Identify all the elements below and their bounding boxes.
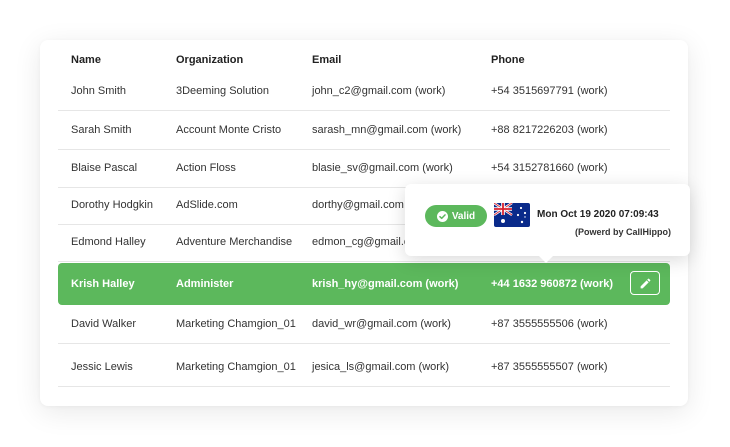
cell-email: john_c2@gmail.com (work) xyxy=(312,85,446,97)
table-row-selected[interactable]: Krish Halley Administer krish_hy@gmail.c… xyxy=(58,263,670,305)
cell-organization: Action Floss xyxy=(176,162,236,174)
valid-label: Valid xyxy=(451,210,476,222)
header-organization: Organization xyxy=(176,54,244,66)
cell-name: Edmond Halley xyxy=(71,236,146,248)
cell-email: sarash_mn@gmail.com (work) xyxy=(312,124,462,136)
table-row[interactable]: Jessic Lewis Marketing Chamgion_01 jesic… xyxy=(58,349,670,387)
check-circle-icon xyxy=(436,210,448,222)
cell-organization: Marketing Chamgion_01 xyxy=(176,318,296,330)
cell-email: jesica_ls@gmail.com (work) xyxy=(312,361,450,373)
table-row[interactable]: Blaise Pascal Action Floss blasie_sv@gma… xyxy=(58,150,670,188)
cell-name: Sarah Smith xyxy=(71,124,132,136)
cell-email: dorthy@gmail.com xyxy=(312,199,404,211)
cell-phone: +54 3515697791 (work) xyxy=(491,85,608,97)
cell-email: blasie_sv@gmail.com (work) xyxy=(312,162,453,174)
cell-name: Krish Halley xyxy=(71,278,135,290)
pencil-icon xyxy=(640,278,650,288)
validation-tooltip: Valid Mon Oct 19 2020 07:09:43 (Powerd b… xyxy=(405,184,690,263)
cell-name: Blaise Pascal xyxy=(71,162,138,174)
cell-phone: +87 3555555507 (work) xyxy=(491,361,608,373)
table-row[interactable]: John Smith 3Deeming Solution john_c2@gma… xyxy=(58,73,670,111)
cell-phone: +87 3555555506 (work) xyxy=(491,318,608,330)
table-header: Name Organization Email Phone xyxy=(58,54,670,70)
cell-email: edmon_cg@gmail.c xyxy=(312,236,410,248)
cell-name: Jessic Lewis xyxy=(71,361,133,373)
australia-flag-icon xyxy=(494,203,530,227)
cell-organization: Administer xyxy=(176,278,234,290)
cell-organization: 3Deeming Solution xyxy=(176,85,269,97)
table-row[interactable]: David Walker Marketing Chamgion_01 david… xyxy=(58,306,670,344)
tooltip-datetime: Mon Oct 19 2020 07:09:43 xyxy=(537,209,659,220)
tooltip-powered-by: (Powerd by CallHippo) xyxy=(574,227,671,237)
cell-name: David Walker xyxy=(71,318,136,330)
cell-organization: Marketing Chamgion_01 xyxy=(176,361,296,373)
cell-organization: Adventure Merchandise xyxy=(176,236,293,248)
cell-name: Dorothy Hodgkin xyxy=(71,199,153,211)
cell-email: krish_hy@gmail.com (work) xyxy=(312,278,459,290)
cell-phone: +44 1632 960872 (work) xyxy=(491,278,614,290)
header-phone: Phone xyxy=(491,54,525,66)
cell-phone: +88 8217226203 (work) xyxy=(491,124,608,136)
cell-name: John Smith xyxy=(71,85,127,97)
cell-organization: Account Monte Cristo xyxy=(176,124,282,136)
edit-button[interactable] xyxy=(630,271,660,295)
valid-badge: Valid xyxy=(425,205,487,227)
header-name: Name xyxy=(71,54,101,66)
cell-phone: +54 3152781660 (work) xyxy=(491,162,608,174)
cell-email: david_wr@gmail.com (work) xyxy=(312,318,451,330)
header-email: Email xyxy=(312,54,342,66)
table-row[interactable]: Sarah Smith Account Monte Cristo sarash_… xyxy=(58,112,670,150)
cell-organization: AdSlide.com xyxy=(176,199,238,211)
